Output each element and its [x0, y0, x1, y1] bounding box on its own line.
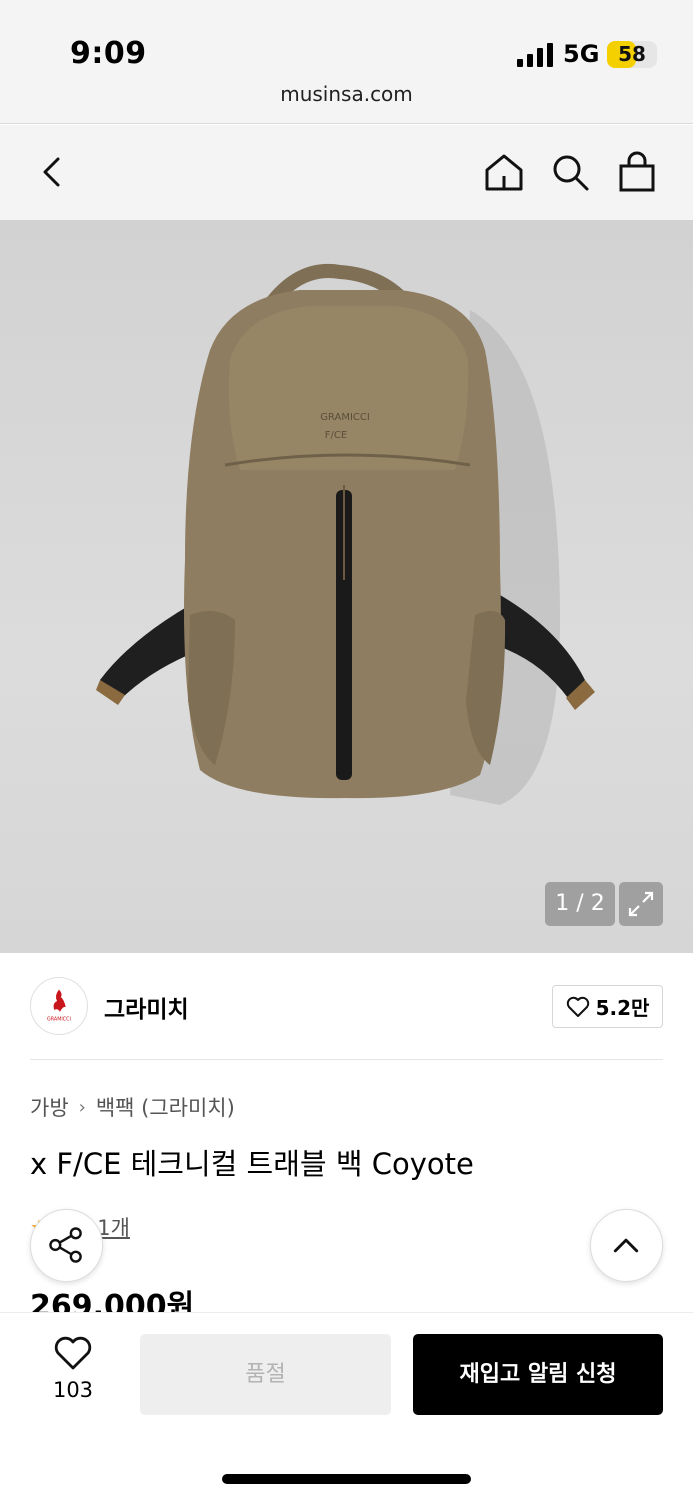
address-bar-url[interactable]: musinsa.com — [0, 82, 693, 106]
status-bar: 9:09 5G 58 musinsa.com — [0, 0, 693, 124]
network-label: 5G — [563, 40, 600, 68]
clock: 9:09 — [70, 36, 147, 71]
wishlist-button[interactable]: 103 — [30, 1336, 116, 1416]
chevron-right-icon: › — [78, 1096, 86, 1118]
back-arrow-icon[interactable] — [32, 151, 74, 193]
heart-icon — [54, 1336, 92, 1370]
brand-logo[interactable]: GRAMICCI — [30, 977, 88, 1035]
breadcrumb: 가방 › 백팩 (그라미치) — [30, 1092, 235, 1122]
scroll-top-icon[interactable] — [590, 1209, 663, 1282]
restock-alert-button[interactable]: 재입고 알림 신청 — [413, 1334, 663, 1415]
share-icon[interactable] — [30, 1209, 103, 1282]
svg-text:GRAMICCI: GRAMICCI — [47, 1016, 71, 1022]
breadcrumb-category[interactable]: 가방 — [30, 1092, 69, 1122]
soldout-button: 품절 — [140, 1334, 391, 1415]
svg-text:F/CE: F/CE — [325, 430, 347, 441]
expand-icon[interactable] — [619, 882, 663, 926]
brand-name[interactable]: 그라미치 — [104, 990, 189, 1024]
home-icon[interactable] — [483, 151, 525, 193]
shopping-bag-icon[interactable] — [616, 151, 658, 193]
breadcrumb-subcategory[interactable]: 백팩 (그라미치) — [96, 1092, 235, 1122]
brand-like-count: 5.2만 — [595, 996, 650, 1020]
battery-percent: 58 — [618, 42, 646, 66]
brand-like-button[interactable]: 5.2만 — [552, 985, 663, 1028]
svg-text:GRAMICCI: GRAMICCI — [320, 412, 370, 423]
divider — [30, 1059, 663, 1060]
heart-icon — [566, 996, 589, 1017]
top-nav — [0, 125, 693, 220]
search-icon[interactable] — [549, 151, 591, 193]
signal-icon — [517, 43, 553, 67]
image-pager: 1 / 2 — [545, 882, 615, 926]
backpack-image: GRAMICCI F/CE — [96, 264, 595, 805]
product-title: x F/CE 테크니컬 트래블 백 Coyote — [30, 1147, 474, 1181]
home-indicator[interactable] — [222, 1474, 471, 1484]
product-image[interactable]: GRAMICCI F/CE — [0, 220, 693, 953]
wishlist-count: 103 — [52, 1378, 94, 1402]
battery-icon: 58 — [607, 41, 657, 68]
